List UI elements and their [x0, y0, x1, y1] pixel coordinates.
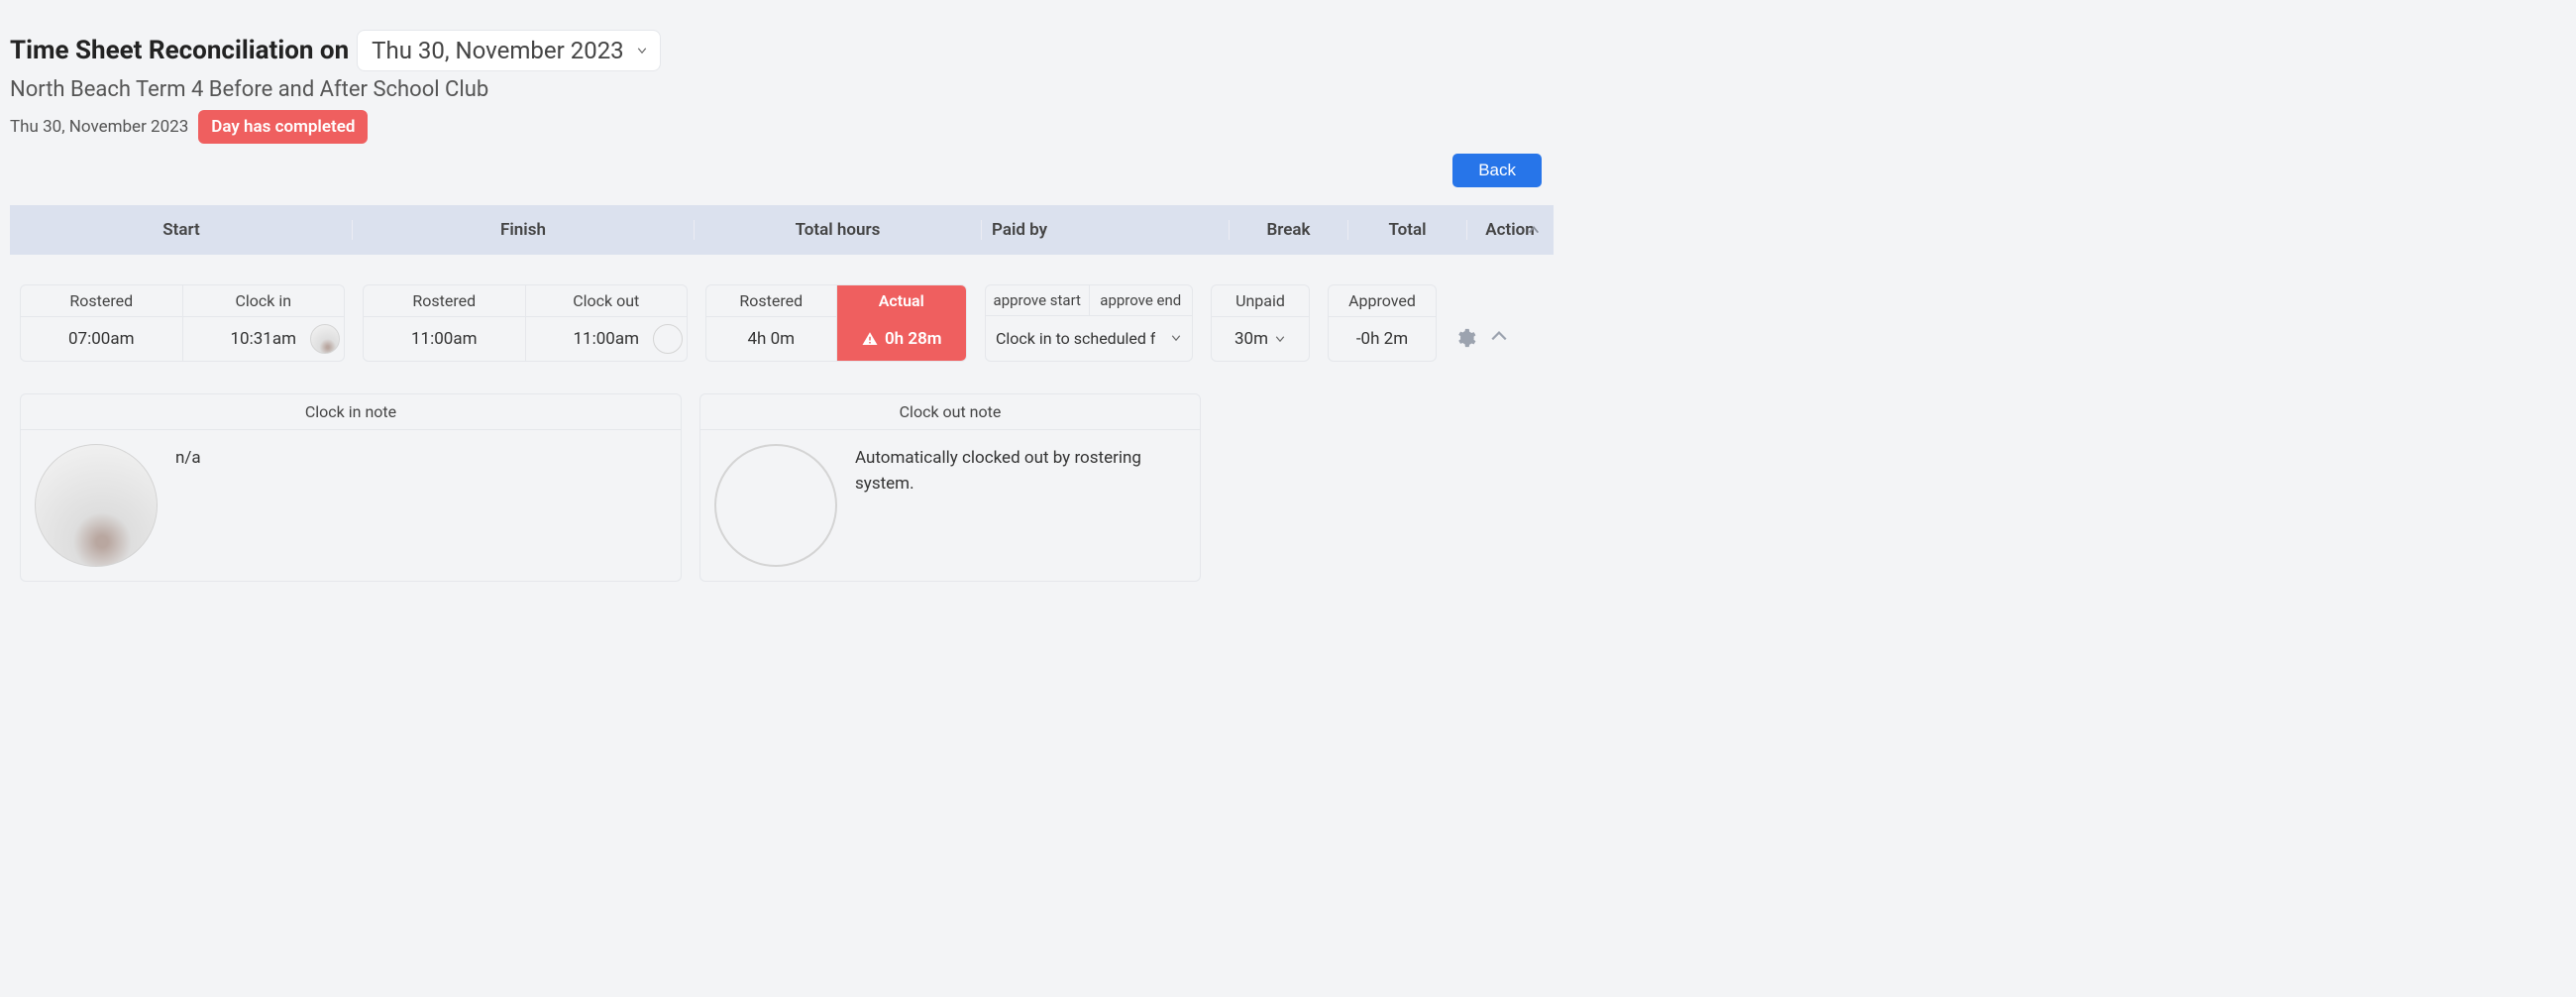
approved-label: Approved: [1329, 285, 1436, 317]
chevron-up-icon: [1527, 223, 1541, 237]
approved-card: Approved -0h 2m: [1328, 284, 1437, 362]
break-value: 30m: [1234, 329, 1268, 349]
clockout-note-text: Automatically clocked out by rostering s…: [855, 444, 1186, 567]
warning-icon: [861, 330, 879, 348]
program-name: North Beach Term 4 Before and After Scho…: [10, 77, 1554, 102]
col-total: Total: [1348, 220, 1467, 240]
finish-card: Rostered Clock out 11:00am 11:00am: [363, 284, 688, 362]
date-dropdown-label: Thu 30, November 2023: [372, 37, 624, 64]
chevron-down-icon: [636, 45, 648, 56]
total-hours-card: Rostered Actual 4h 0m 0h 28m: [705, 284, 967, 362]
col-total-hours: Total hours: [695, 220, 982, 240]
date-dropdown[interactable]: Thu 30, November 2023: [357, 30, 661, 71]
approved-value: -0h 2m: [1329, 317, 1436, 361]
paid-by-selected: Clock in to scheduled f: [996, 329, 1155, 348]
approve-start-label[interactable]: approve start: [986, 285, 1090, 315]
th-rostered-value: 4h 0m: [706, 317, 837, 361]
start-clockin-time-cell: 10:31am: [183, 317, 345, 361]
break-card: Unpaid 30m: [1211, 284, 1310, 362]
col-paid-by: Paid by: [982, 220, 1230, 240]
finish-clockout-label: Clock out: [526, 285, 688, 317]
start-clockin-time: 10:31am: [231, 329, 297, 349]
finish-rostered-time: 11:00am: [364, 317, 526, 361]
notes-row: Clock in note n/a Clock out note Automat…: [10, 372, 1554, 592]
col-break: Break: [1230, 220, 1348, 240]
th-actual-cell: 0h 28m: [837, 317, 967, 361]
timesheet-row: Rostered Clock in 07:00am 10:31am Roster…: [10, 255, 1554, 372]
col-finish: Finish: [353, 220, 695, 240]
paid-by-dropdown[interactable]: Clock in to scheduled f: [986, 316, 1192, 360]
approve-end-label[interactable]: approve end: [1090, 285, 1193, 315]
paid-by-card: approve start approve end Clock in to sc…: [985, 284, 1193, 362]
th-rostered-label: Rostered: [706, 285, 837, 317]
clockin-note-title: Clock in note: [21, 394, 681, 430]
clockout-note-card: Clock out note Automatically clocked out…: [699, 393, 1201, 582]
th-actual-value: 0h 28m: [885, 329, 942, 349]
clockin-note-card: Clock in note n/a: [20, 393, 682, 582]
finish-clockout-time: 11:00am: [574, 329, 640, 349]
status-badge: Day has completed: [198, 110, 368, 144]
break-unpaid-label: Unpaid: [1212, 285, 1309, 317]
page-title: Time Sheet Reconciliation on: [10, 36, 349, 65]
clockout-note-title: Clock out note: [700, 394, 1200, 430]
finish-rostered-label: Rostered: [364, 285, 526, 317]
small-date-label: Thu 30, November 2023: [10, 117, 188, 137]
col-action[interactable]: Action: [1467, 220, 1553, 240]
action-icons: [1454, 284, 1508, 362]
chevron-up-icon[interactable]: [1490, 327, 1508, 349]
finish-clockout-time-cell: 11:00am: [526, 317, 688, 361]
chevron-down-icon: [1170, 332, 1182, 344]
clockout-avatar-icon[interactable]: [653, 324, 683, 354]
chevron-down-icon: [1274, 333, 1286, 345]
start-card: Rostered Clock in 07:00am 10:31am: [20, 284, 345, 362]
start-clockin-label: Clock in: [183, 285, 345, 317]
clockin-avatar-icon[interactable]: [310, 324, 340, 354]
break-dropdown[interactable]: 30m: [1212, 317, 1309, 361]
gear-icon[interactable]: [1454, 327, 1476, 349]
clockin-note-avatar: [35, 444, 158, 567]
col-start: Start: [11, 220, 353, 240]
clockout-note-avatar: [714, 444, 837, 567]
back-button[interactable]: Back: [1452, 154, 1542, 187]
table-header: Start Finish Total hours Paid by Break T…: [10, 205, 1554, 255]
start-rostered-label: Rostered: [21, 285, 183, 317]
clockin-note-text: n/a: [175, 444, 201, 567]
th-actual-label: Actual: [837, 285, 967, 317]
start-rostered-time: 07:00am: [21, 317, 183, 361]
